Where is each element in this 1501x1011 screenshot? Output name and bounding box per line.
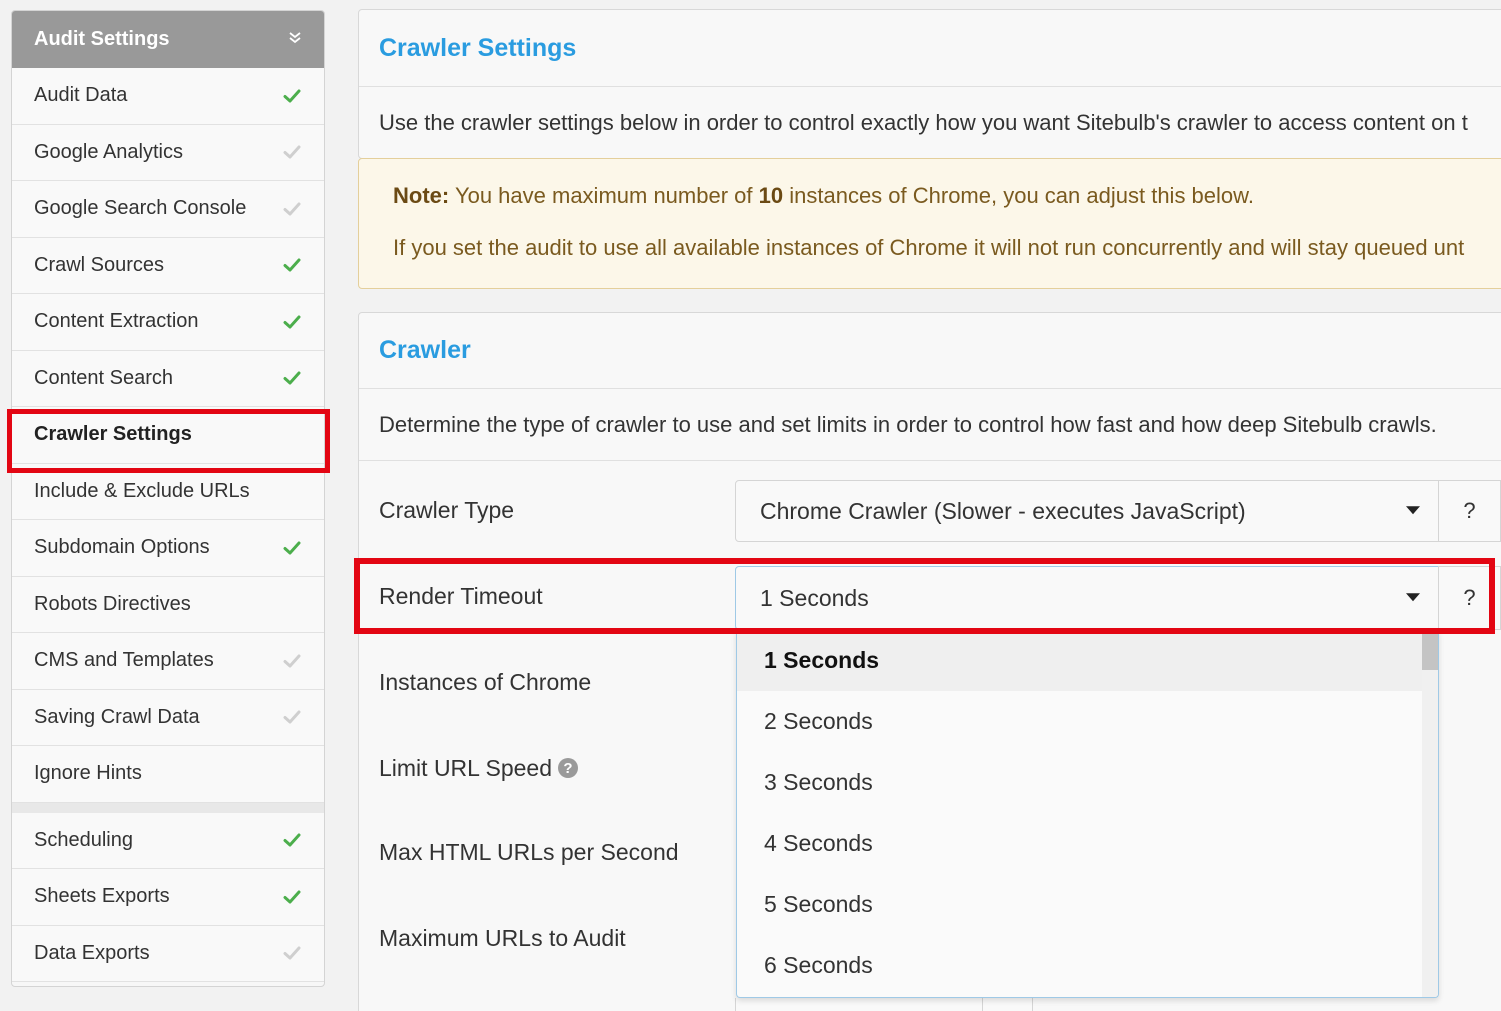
render-timeout-select[interactable]: 1 Seconds xyxy=(735,566,1439,630)
dropdown-scrollbar[interactable] xyxy=(1422,630,1438,997)
note-line-1-pre: You have maximum number of xyxy=(454,183,753,208)
sidebar-item-label: Google Analytics xyxy=(34,140,183,163)
sidebar-item-content-extraction[interactable]: Content Extraction xyxy=(12,294,324,351)
sidebar-item-label: Content Extraction xyxy=(34,310,199,333)
sidebar-item-content-search[interactable]: Content Search xyxy=(12,350,324,407)
check-icon xyxy=(282,312,302,332)
sidebar-item-scheduling[interactable]: Scheduling xyxy=(12,812,324,869)
sidebar-item-label: Content Search xyxy=(34,366,173,389)
dropdown-option[interactable]: 2 Seconds xyxy=(737,691,1422,752)
sidebar-divider xyxy=(12,802,324,813)
note-label: Note: xyxy=(393,183,450,208)
dropdown-scroll-thumb[interactable] xyxy=(1422,630,1438,670)
check-icon xyxy=(282,142,302,162)
render-timeout-dropdown: 1 Seconds 2 Seconds 3 Seconds 4 Seconds 5 Se… xyxy=(736,630,1439,998)
sidebar-header[interactable]: Audit Settings xyxy=(12,11,324,68)
crawler-title: Crawler xyxy=(359,313,1501,389)
note-line-2: If you set the audit to use all availabl… xyxy=(393,235,1465,260)
crawler-type-label: Crawler Type xyxy=(379,496,515,523)
render-timeout-value: 1 Seconds xyxy=(760,584,869,611)
question-circle-icon[interactable]: ? xyxy=(558,758,579,778)
check-icon xyxy=(282,368,302,388)
crawler-type-value: Chrome Crawler (Slower - executes JavaSc… xyxy=(760,497,1246,524)
sidebar-list: Audit Data Google Analytics Google Search … xyxy=(12,68,324,803)
check-icon xyxy=(282,707,302,727)
sidebar-item-robots-directives[interactable]: Robots Directives xyxy=(12,576,324,633)
limit-url-speed-label: Limit URL Speed ? xyxy=(379,748,579,788)
sidebar-item-audit-data[interactable]: Audit Data xyxy=(12,68,324,125)
sidebar-item-label: CMS and Templates xyxy=(34,649,214,672)
dropdown-option[interactable]: 3 Seconds xyxy=(737,752,1422,813)
sidebar-item-label: Scheduling xyxy=(34,828,133,851)
max-urls-input-stub[interactable] xyxy=(735,998,1033,1011)
render-timeout-help-button[interactable]: ? xyxy=(1438,566,1501,630)
sidebar-item-label: Google Search Console xyxy=(34,197,247,220)
note-instance-count: 10 xyxy=(758,183,784,208)
note-line-1-post: instances of Chrome, you can adjust this… xyxy=(789,183,1254,208)
double-chevron-down-icon[interactable] xyxy=(288,31,302,49)
sidebar-item-cms-and-templates[interactable]: CMS and Templates xyxy=(12,633,324,690)
crawler-settings-panel: Crawler Settings Use the crawler setting… xyxy=(358,9,1501,159)
limit-url-speed-text: Limit URL Speed xyxy=(379,754,553,781)
sidebar-item-label: Saving Crawl Data xyxy=(34,705,200,728)
dropdown-option[interactable]: 4 Seconds xyxy=(737,813,1422,874)
sidebar-item-label: Data Exports xyxy=(34,941,150,964)
sidebar-header-title: Audit Settings xyxy=(34,28,170,50)
check-icon xyxy=(282,86,302,106)
sidebar-item-include-exclude-urls[interactable]: Include & Exclude URLs xyxy=(12,463,324,520)
sidebar-item-label: Crawler Settings xyxy=(34,423,192,446)
max-html-urls-label: Max HTML URLs per Second xyxy=(379,838,679,865)
sidebar-item-label: Sheets Exports xyxy=(34,885,170,908)
sidebar-item-saving-crawl-data[interactable]: Saving Crawl Data xyxy=(12,689,324,746)
sidebar-list-secondary: Scheduling Sheets Exports Data Exports xyxy=(12,812,324,982)
caret-down-icon xyxy=(1406,593,1420,602)
dropdown-option[interactable]: 1 Seconds xyxy=(737,630,1422,691)
check-icon xyxy=(282,887,302,907)
render-timeout-options: 1 Seconds 2 Seconds 3 Seconds 4 Seconds 5 Se… xyxy=(737,630,1438,996)
check-icon xyxy=(282,538,302,558)
sidebar-item-subdomain-options[interactable]: Subdomain Options xyxy=(12,520,324,577)
dropdown-option[interactable]: 5 Seconds xyxy=(737,874,1422,935)
sidebar-item-crawl-sources[interactable]: Crawl Sources xyxy=(12,237,324,294)
audit-settings-sidebar: Audit Settings Audit Data Google Analytic… xyxy=(11,10,325,987)
sidebar-item-label: Subdomain Options xyxy=(34,536,210,559)
maximum-urls-label: Maximum URLs to Audit xyxy=(379,924,626,951)
caret-down-icon xyxy=(1406,506,1420,515)
dropdown-option[interactable]: 6 Seconds xyxy=(737,935,1422,996)
sidebar-item-google-search-console[interactable]: Google Search Console xyxy=(12,181,324,238)
sidebar-item-ignore-hints[interactable]: Ignore Hints xyxy=(12,746,324,803)
sidebar-item-crawler-settings[interactable]: Crawler Settings xyxy=(12,407,324,464)
check-icon xyxy=(282,943,302,963)
note-box: Note: You have maximum number of 10 inst… xyxy=(358,158,1501,289)
crawler-settings-title: Crawler Settings xyxy=(359,10,1501,87)
instances-of-chrome-label: Instances of Chrome xyxy=(379,668,592,695)
sidebar-item-label: Robots Directives xyxy=(34,592,191,615)
render-timeout-label: Render Timeout xyxy=(379,582,543,609)
sidebar-item-label: Audit Data xyxy=(34,84,128,107)
check-icon xyxy=(282,651,302,671)
sidebar-item-label: Ignore Hints xyxy=(34,762,142,785)
sidebar-item-label: Include & Exclude URLs xyxy=(34,479,250,502)
check-icon xyxy=(282,199,302,219)
sidebar-item-google-analytics[interactable]: Google Analytics xyxy=(12,124,324,181)
crawler-type-select[interactable]: Chrome Crawler (Slower - executes JavaSc… xyxy=(735,480,1439,542)
sidebar-item-data-exports[interactable]: Data Exports xyxy=(12,925,324,982)
sidebar-item-label: Crawl Sources xyxy=(34,253,165,276)
sidebar-item-sheets-exports[interactable]: Sheets Exports xyxy=(12,869,324,926)
check-icon xyxy=(282,255,302,275)
note-line-1: Note: You have maximum number of 10 inst… xyxy=(393,183,1254,209)
crawler-description: Determine the type of crawler to use and… xyxy=(359,389,1501,461)
check-icon xyxy=(282,830,302,850)
crawler-type-help-button[interactable]: ? xyxy=(1438,480,1501,542)
crawler-settings-description: Use the crawler settings below in order … xyxy=(379,110,1468,135)
